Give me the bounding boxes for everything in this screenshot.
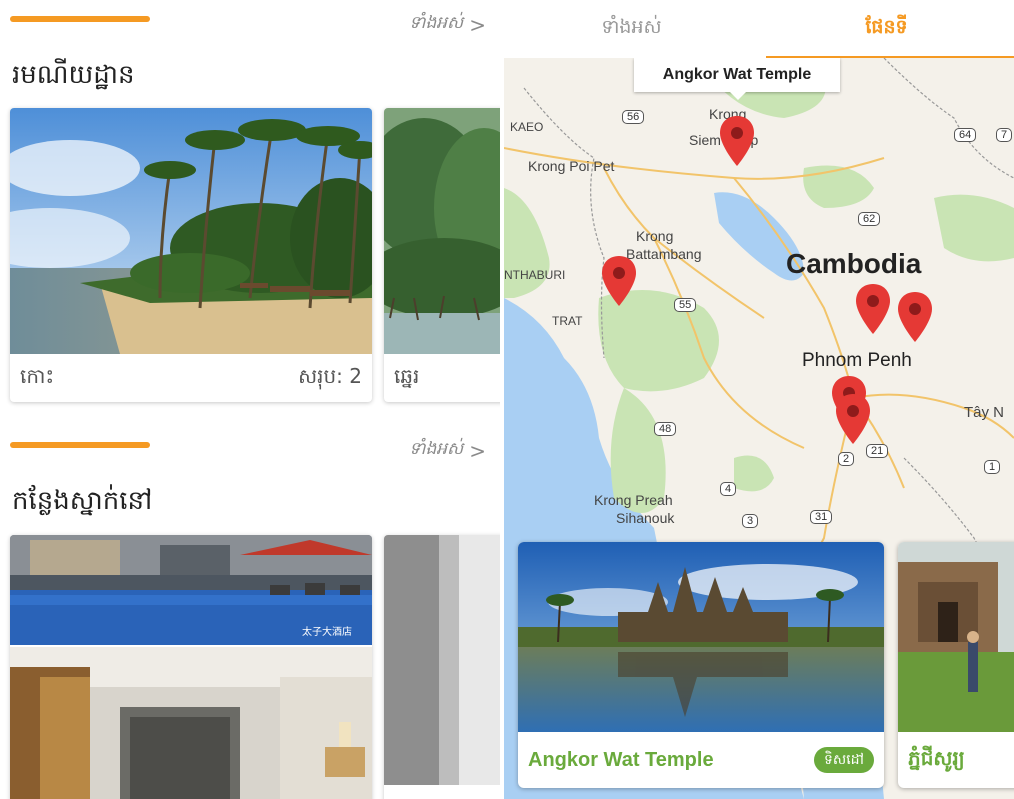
map-marker-icon[interactable] xyxy=(898,292,932,342)
card-label: ឆ្នេរ xyxy=(394,364,420,388)
road-shield: 3 xyxy=(742,514,759,528)
accommodation-card-2[interactable] xyxy=(384,535,500,799)
tab-map[interactable]: ផែនទី xyxy=(759,0,1014,58)
map-label-kaeo: KAEO xyxy=(510,120,544,134)
see-all-link-accommodation[interactable]: ទាំងអស់ > xyxy=(409,438,486,463)
left-panel: ទាំងអស់ > រមណីយដ្ឋាន កោះ សរុប: 2 ឆ្នេរ ទ… xyxy=(0,0,500,799)
road-shield: 55 xyxy=(674,298,697,312)
hotel-watermark: 太子大酒店 xyxy=(302,627,352,638)
road-shield: 21 xyxy=(866,444,889,458)
map-label-sihanouk-2: Sihanouk xyxy=(616,510,675,526)
map-label-nthaburi: NTHABURI xyxy=(504,268,566,282)
directions-button[interactable]: ទិសដៅ xyxy=(814,747,874,773)
map-label-battambang-1: Krong xyxy=(636,228,674,244)
place-card-phnom-chisor[interactable]: ភ្នំជីសូរ្យ xyxy=(898,542,1014,788)
card-count: សរុប: 2 xyxy=(298,364,362,388)
right-panel: ទាំងអស់ ផែនទី Cambodia Phnom Penh Krong … xyxy=(504,0,1014,799)
section-title-accommodation: កន្លែងស្នាក់នៅ xyxy=(12,486,153,516)
map-label-tay-ninh: Tây N xyxy=(964,404,1005,421)
place-name: ភ្នំជីសូរ្យ xyxy=(908,748,965,770)
accommodation-photo xyxy=(384,535,500,785)
tab-all[interactable]: ទាំងអស់ xyxy=(504,0,759,58)
category-card-island[interactable]: កោះ សរុប: 2 xyxy=(10,108,372,402)
accommodation-card-hotel[interactable]: 太子大酒店 xyxy=(10,535,372,799)
card-label: កោះ xyxy=(20,364,55,388)
tab-bar: ទាំងអស់ ផែនទី xyxy=(504,0,1014,59)
road-shield: 48 xyxy=(654,422,677,436)
screen: ទាំងអស់ > រមណីយដ្ឋាន កោះ សរុប: 2 ឆ្នេរ ទ… xyxy=(0,0,1014,799)
map-label-battambang-2: Battambang xyxy=(626,246,702,262)
road-shield: 1 xyxy=(984,460,1001,474)
road-shield: 7 xyxy=(996,128,1013,142)
map-marker-icon[interactable] xyxy=(720,116,754,166)
map-marker-tooltip: Angkor Wat Temple xyxy=(634,58,840,100)
angkor-wat-photo xyxy=(518,542,884,732)
map-marker-icon[interactable] xyxy=(602,256,636,306)
category-card-beach[interactable]: ឆ្នេរ xyxy=(384,108,500,402)
section-accent-bar xyxy=(10,442,150,448)
beach-photo xyxy=(10,108,372,354)
place-name: Angkor Wat Temple xyxy=(528,748,714,771)
place-card-angkor-wat[interactable]: Angkor Wat Temple ទិសដៅ xyxy=(518,542,884,788)
see-all-label: ទាំងអស់ xyxy=(409,439,464,459)
road-shield: 62 xyxy=(858,212,881,226)
see-all-link-attractions[interactable]: ទាំងអស់ > xyxy=(409,12,486,37)
road-shield: 64 xyxy=(954,128,977,142)
map-marker-icon[interactable] xyxy=(836,394,870,444)
road-shield: 4 xyxy=(720,482,737,496)
map-label-country: Cambodia xyxy=(786,248,922,279)
road-shield: 31 xyxy=(810,510,833,524)
chevron-right-icon: > xyxy=(469,438,486,463)
see-all-label: ទាំងអស់ xyxy=(409,13,464,33)
place-card-footer: Angkor Wat Temple ទិសដៅ xyxy=(518,732,884,788)
mangrove-photo xyxy=(384,108,500,354)
card-footer: កោះ សរុប: 2 xyxy=(10,354,372,402)
map-marker-icon[interactable] xyxy=(856,284,890,334)
map-label-sihanouk-1: Krong Preah xyxy=(594,492,673,508)
road-shield: 56 xyxy=(622,110,645,124)
map-label-phnom-penh: Phnom Penh xyxy=(802,350,912,371)
section-title-attractions: រមណីយដ្ឋាន xyxy=(12,60,135,90)
hotel-room-photo xyxy=(10,647,372,799)
place-card-footer: ភ្នំជីសូរ្យ xyxy=(898,732,1014,788)
phnom-chisor-photo xyxy=(898,542,1014,732)
map-view[interactable]: Cambodia Phnom Penh Krong Siem Reap Kron… xyxy=(504,58,1014,799)
map-label-poi-pet: Krong Poi Pet xyxy=(528,158,615,174)
map-label-trat: TRAT xyxy=(552,314,583,328)
road-shield: 2 xyxy=(838,452,855,466)
card-footer: ឆ្នេរ xyxy=(384,354,500,402)
chevron-right-icon: > xyxy=(469,12,486,37)
section-accent-bar xyxy=(10,16,150,22)
